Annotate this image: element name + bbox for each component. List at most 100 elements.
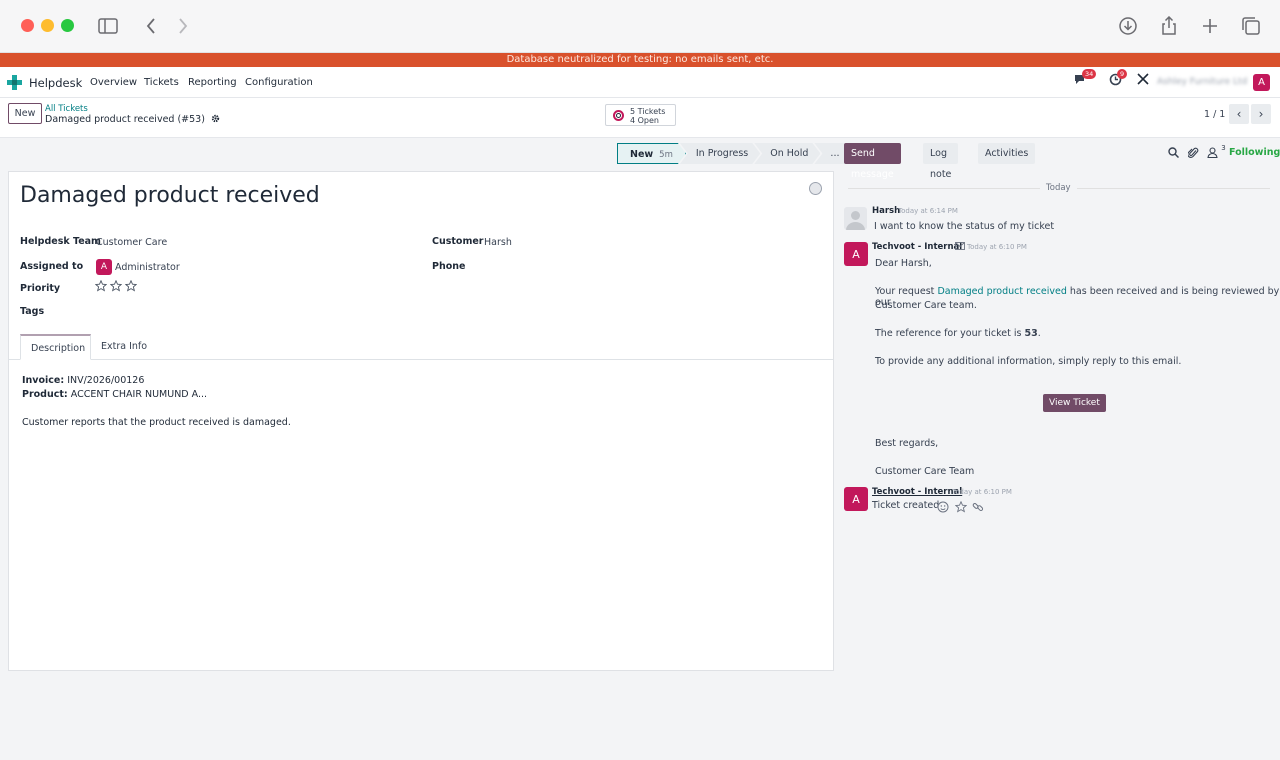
customer-avatar[interactable] bbox=[844, 207, 867, 230]
email-reference: The reference for your ticket is 53. bbox=[875, 328, 1041, 339]
email-reference-prefix: The reference for your ticket is bbox=[875, 328, 1025, 339]
download-icon[interactable] bbox=[1116, 14, 1140, 38]
notebook-tabs: Description Extra Info bbox=[9, 334, 833, 360]
tab-description[interactable]: Description bbox=[20, 334, 91, 360]
assigned-to-label: Assigned to bbox=[20, 261, 84, 272]
menu-reporting[interactable]: Reporting bbox=[188, 77, 237, 88]
view-ticket-button[interactable]: View Ticket bbox=[1043, 394, 1106, 412]
priority-widget bbox=[95, 280, 137, 292]
email-signature: Customer Care Team bbox=[875, 466, 975, 477]
paperclip-icon[interactable] bbox=[1187, 147, 1199, 162]
followers-icon[interactable]: 3 bbox=[1207, 144, 1226, 161]
share-icon[interactable] bbox=[1157, 14, 1181, 38]
menu-overview[interactable]: Overview bbox=[90, 77, 137, 88]
menu-tickets[interactable]: Tickets bbox=[144, 77, 179, 88]
message-author[interactable]: Techvoot - Internal bbox=[872, 242, 962, 252]
day-separator: Today bbox=[1040, 183, 1077, 193]
breadcrumb-current: Damaged product received (#53) bbox=[45, 114, 220, 125]
forward-icon[interactable] bbox=[171, 14, 195, 38]
helpdesk-logo-icon[interactable] bbox=[7, 75, 22, 93]
phone-field[interactable] bbox=[484, 259, 784, 273]
add-reaction-icon[interactable] bbox=[937, 501, 949, 516]
sidebar-toggle-icon[interactable] bbox=[96, 14, 120, 38]
activity-count-badge: 9 bbox=[1117, 69, 1128, 79]
message-body: Ticket created bbox=[872, 500, 940, 511]
star-message-icon[interactable] bbox=[954, 500, 968, 516]
gear-icon[interactable] bbox=[211, 114, 220, 123]
author-avatar[interactable]: A bbox=[844, 242, 868, 266]
discuss-count-badge: 34 bbox=[1082, 69, 1097, 79]
activity-clock-icon[interactable]: 9 bbox=[1109, 69, 1128, 89]
tickets-smart-button[interactable]: 5 Tickets 4 Open bbox=[605, 104, 676, 126]
email-paragraph-cont: Customer Care team. bbox=[875, 300, 977, 311]
tags-field[interactable] bbox=[96, 304, 396, 318]
pager-value[interactable]: 1 / 1 bbox=[1204, 109, 1225, 120]
pager-prev-icon[interactable]: ‹ bbox=[1229, 104, 1249, 124]
customer-label: Customer bbox=[432, 236, 484, 247]
tabs-overview-icon[interactable] bbox=[1239, 14, 1263, 38]
app-name[interactable]: Helpdesk bbox=[29, 76, 82, 90]
stage-on-hold[interactable]: On Hold bbox=[754, 143, 820, 164]
stage-statusbar: New 5m In Progress On Hold ... bbox=[617, 143, 853, 164]
user-avatar[interactable]: A bbox=[1253, 74, 1270, 91]
close-window-button[interactable] bbox=[21, 19, 34, 32]
following-toggle[interactable]: Following bbox=[1229, 147, 1280, 158]
search-icon[interactable] bbox=[1168, 147, 1180, 161]
main-navbar: Helpdesk Overview Tickets Reporting Conf… bbox=[0, 67, 1280, 98]
back-icon[interactable] bbox=[139, 14, 163, 38]
author-avatar[interactable]: A bbox=[844, 487, 868, 511]
ticket-form-sheet: Damaged product received Helpdesk Team C… bbox=[8, 171, 834, 671]
ticket-title[interactable]: Damaged product received bbox=[20, 183, 320, 208]
stage-in-progress[interactable]: In Progress bbox=[680, 143, 760, 164]
control-panel: New All Tickets Damaged product received… bbox=[0, 98, 1280, 138]
stage-new-duration: 5m bbox=[659, 150, 673, 160]
assigned-to-field[interactable]: Administrator bbox=[115, 262, 180, 273]
priority-star-icon[interactable] bbox=[110, 280, 122, 292]
product-label: Product: bbox=[22, 389, 68, 400]
minimize-window-button[interactable] bbox=[41, 19, 54, 32]
message-author[interactable]: Techvoot - Internal bbox=[872, 487, 962, 497]
maximize-window-button[interactable] bbox=[61, 19, 74, 32]
email-reference-suffix: . bbox=[1037, 328, 1041, 339]
company-name[interactable]: Ashley Furniture Ltd bbox=[1157, 77, 1247, 87]
kanban-state-icon[interactable] bbox=[809, 182, 822, 195]
customer-field[interactable]: Harsh bbox=[484, 237, 512, 248]
invoice-line[interactable]: Invoice: INV/2026/00126 bbox=[22, 375, 144, 386]
phone-label: Phone bbox=[432, 261, 466, 272]
discuss-icon[interactable]: 34 bbox=[1074, 69, 1097, 89]
message-body: I want to know the status of my ticket bbox=[874, 221, 1055, 232]
message-time: Today at 6:14 PM bbox=[898, 207, 958, 215]
priority-star-icon[interactable] bbox=[95, 280, 107, 292]
ticket-reference-number: 53 bbox=[1024, 328, 1038, 339]
message-author[interactable]: Harsh bbox=[872, 206, 900, 216]
send-message-button[interactable]: Send message bbox=[844, 143, 901, 180]
helpdesk-team-field[interactable]: Customer Care bbox=[96, 237, 167, 248]
smart-tickets-count: 5 Tickets bbox=[630, 107, 666, 116]
email-regards: Best regards, bbox=[875, 438, 939, 449]
new-tab-icon[interactable] bbox=[1198, 14, 1222, 38]
debug-tools-icon[interactable] bbox=[1137, 73, 1149, 88]
browser-toolbar bbox=[0, 0, 1280, 53]
menu-configuration[interactable]: Configuration bbox=[245, 77, 313, 88]
tab-extra-info[interactable]: Extra Info bbox=[91, 334, 157, 360]
activities-button[interactable]: Activities bbox=[978, 143, 1036, 164]
product-line[interactable]: Product: ACCENT CHAIR NUMUND A... bbox=[22, 389, 207, 400]
invoice-label: Invoice: bbox=[22, 375, 65, 386]
ticket-link[interactable]: Damaged product received bbox=[937, 286, 1066, 297]
pager-next-icon[interactable]: › bbox=[1251, 104, 1271, 124]
tags-label: Tags bbox=[20, 306, 45, 317]
priority-star-icon[interactable] bbox=[125, 280, 137, 292]
message-time: Today at 6:10 PM bbox=[952, 488, 1012, 496]
breadcrumb-all-tickets[interactable]: All Tickets bbox=[45, 104, 88, 114]
new-ticket-button[interactable]: New bbox=[8, 103, 42, 124]
invoice-value: INV/2026/00126 bbox=[67, 375, 145, 386]
link-icon[interactable] bbox=[972, 501, 984, 516]
log-note-button[interactable]: Log note bbox=[923, 143, 959, 180]
priority-label: Priority bbox=[20, 283, 61, 294]
stage-new[interactable]: New 5m bbox=[617, 143, 686, 164]
lifebuoy-icon bbox=[613, 110, 624, 121]
envelope-icon bbox=[955, 242, 965, 253]
helpdesk-team-label: Helpdesk Team bbox=[20, 236, 101, 247]
email-info: To provide any additional information, s… bbox=[875, 356, 1182, 367]
description-text[interactable]: Customer reports that the product receiv… bbox=[22, 417, 291, 428]
